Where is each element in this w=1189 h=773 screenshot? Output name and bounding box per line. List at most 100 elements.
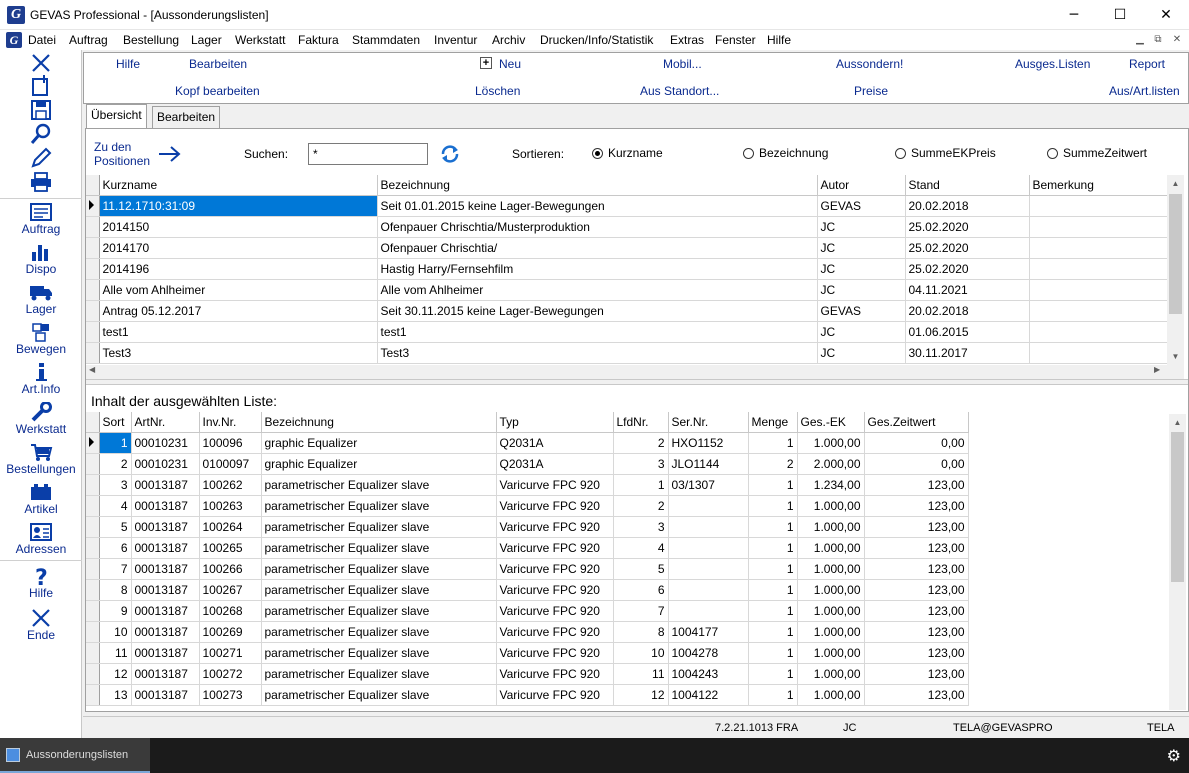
cell-ges-ek[interactable]: 1.000,00 bbox=[797, 516, 865, 538]
pencil-icon[interactable] bbox=[30, 147, 52, 169]
arrow-right-icon[interactable] bbox=[158, 145, 182, 163]
cell-sernr[interactable]: HXO1152 bbox=[668, 432, 749, 454]
cell-ges-ek[interactable]: 1.000,00 bbox=[797, 432, 865, 454]
cell-kurzname[interactable]: Test3 bbox=[99, 342, 378, 364]
column-header[interactable]: Bezeichnung bbox=[377, 175, 818, 196]
sidebar-item-werkstatt[interactable]: Werkstatt bbox=[0, 402, 82, 436]
menu-fenster[interactable]: Fenster bbox=[715, 33, 756, 47]
prices-button[interactable]: Preise bbox=[854, 84, 888, 98]
cell-menge[interactable]: 1 bbox=[748, 474, 798, 496]
menu-archiv[interactable]: Archiv bbox=[492, 33, 525, 47]
cell-artnr[interactable]: 00010231 bbox=[131, 453, 200, 475]
delete-button[interactable]: Löschen bbox=[475, 84, 520, 98]
cell-typ[interactable]: Varicurve FPC 920 bbox=[496, 495, 614, 517]
sidebar-item-bewegen[interactable]: Bewegen bbox=[0, 322, 82, 356]
cell-bemerkung[interactable] bbox=[1029, 258, 1168, 280]
sort-radio-kurzname[interactable] bbox=[592, 148, 603, 159]
cell-ges-ek[interactable]: 1.000,00 bbox=[797, 621, 865, 643]
cell-ges-zeitwert[interactable]: 123,00 bbox=[864, 516, 969, 538]
lists-vertical-scrollbar[interactable]: ▲ ▼ bbox=[1167, 175, 1184, 365]
content-vertical-scrollbar[interactable]: ▲ bbox=[1169, 414, 1186, 710]
cell-invnr[interactable]: 100267 bbox=[199, 579, 262, 601]
cell-ges-zeitwert[interactable]: 123,00 bbox=[864, 642, 969, 664]
mdi-restore-icon[interactable]: ⧉ bbox=[1151, 33, 1165, 47]
cell-lfdnr[interactable]: 2 bbox=[613, 495, 669, 517]
cell-artnr[interactable]: 00013187 bbox=[131, 600, 200, 622]
cell-stand[interactable]: 01.06.2015 bbox=[905, 321, 1030, 343]
cell-stand[interactable]: 20.02.2018 bbox=[905, 300, 1030, 322]
cell-stand[interactable]: 25.02.2020 bbox=[905, 216, 1030, 238]
column-header[interactable]: ArtNr. bbox=[131, 412, 200, 433]
menu-extras[interactable]: Extras bbox=[670, 33, 704, 47]
cell-ges-ek[interactable]: 1.000,00 bbox=[797, 579, 865, 601]
cell-ges-ek[interactable]: 2.000,00 bbox=[797, 453, 865, 475]
cell-menge[interactable]: 1 bbox=[748, 495, 798, 517]
minimize-button[interactable]: ─ bbox=[1051, 0, 1097, 30]
cell-lfdnr[interactable]: 1 bbox=[613, 474, 669, 496]
mdi-system-icon[interactable]: G bbox=[6, 32, 22, 48]
cell-artnr[interactable]: 00013187 bbox=[131, 537, 200, 559]
cell-bezeichnung[interactable]: Test3 bbox=[377, 342, 818, 364]
table-row[interactable]: 12 00013187 100272 parametrischer Equali… bbox=[86, 663, 969, 685]
table-row[interactable]: 1 00010231 100096 graphic Equalizer Q203… bbox=[86, 432, 969, 454]
cell-sernr[interactable]: 03/1307 bbox=[668, 474, 749, 496]
cell-bezeichnung[interactable]: Alle vom Ahlheimer bbox=[377, 279, 818, 301]
cell-lfdnr[interactable]: 11 bbox=[613, 663, 669, 685]
menu-stammdaten[interactable]: Stammdaten bbox=[352, 33, 420, 47]
cell-stand[interactable]: 25.02.2020 bbox=[905, 258, 1030, 280]
cell-artnr[interactable]: 00013187 bbox=[131, 579, 200, 601]
cell-typ[interactable]: Varicurve FPC 920 bbox=[496, 558, 614, 580]
cell-sernr[interactable]: 1004243 bbox=[668, 663, 749, 685]
cell-ges-zeitwert[interactable]: 123,00 bbox=[864, 684, 969, 706]
save-icon[interactable] bbox=[30, 99, 52, 121]
search-input[interactable] bbox=[308, 143, 428, 165]
maximize-button[interactable]: ☐ bbox=[1097, 0, 1143, 30]
cell-lfdnr[interactable]: 4 bbox=[613, 537, 669, 559]
cell-lfdnr[interactable]: 12 bbox=[613, 684, 669, 706]
cell-lfdnr[interactable]: 3 bbox=[613, 516, 669, 538]
search-icon[interactable] bbox=[30, 123, 52, 145]
cell-kurzname[interactable]: 2014196 bbox=[99, 258, 378, 280]
menu-bestellung[interactable]: Bestellung bbox=[123, 33, 179, 47]
table-row[interactable]: 3 00013187 100262 parametrischer Equaliz… bbox=[86, 474, 969, 496]
menu-lager[interactable]: Lager bbox=[191, 33, 222, 47]
help-button[interactable]: Hilfe bbox=[116, 57, 140, 71]
table-row[interactable]: 2 00010231 0100097 graphic Equalizer Q20… bbox=[86, 453, 969, 475]
aus-art-listen-button[interactable]: Aus/Art.listen bbox=[1109, 84, 1180, 98]
cell-ges-ek[interactable]: 1.000,00 bbox=[797, 663, 865, 685]
column-header[interactable]: Stand bbox=[905, 175, 1030, 196]
cell-artnr[interactable]: 00013187 bbox=[131, 474, 200, 496]
cell-bezeichnung[interactable]: Seit 30.11.2015 keine Lager-Bewegungen bbox=[377, 300, 818, 322]
scroll-up-icon[interactable]: ▲ bbox=[1169, 414, 1186, 431]
scroll-right-icon[interactable]: ▶ bbox=[1154, 365, 1160, 374]
cell-ges-zeitwert[interactable]: 0,00 bbox=[864, 432, 969, 454]
scroll-thumb[interactable] bbox=[1169, 194, 1182, 314]
mdi-close-icon[interactable]: ✕ bbox=[1170, 33, 1184, 47]
cell-menge[interactable]: 1 bbox=[748, 558, 798, 580]
cell-ges-zeitwert[interactable]: 123,00 bbox=[864, 495, 969, 517]
cell-bezeichnung[interactable]: parametrischer Equalizer slave bbox=[261, 642, 497, 664]
mobil-button[interactable]: Mobil... bbox=[663, 57, 702, 71]
cell-sort[interactable]: 4 bbox=[99, 495, 132, 517]
table-row[interactable]: 11.12.1710:31:09 Seit 01.01.2015 keine L… bbox=[86, 195, 1168, 217]
cell-menge[interactable]: 2 bbox=[748, 453, 798, 475]
cell-autor[interactable]: GEVAS bbox=[817, 195, 906, 217]
menu-inventur[interactable]: Inventur bbox=[434, 33, 477, 47]
cell-bezeichnung[interactable]: graphic Equalizer bbox=[261, 432, 497, 454]
cell-menge[interactable]: 1 bbox=[748, 621, 798, 643]
column-header[interactable]: Inv.Nr. bbox=[199, 412, 262, 433]
column-header[interactable]: Ser.Nr. bbox=[668, 412, 749, 433]
mdi-minimize-icon[interactable]: ▁ bbox=[1133, 33, 1147, 47]
cell-sort[interactable]: 8 bbox=[99, 579, 132, 601]
cell-sort[interactable]: 11 bbox=[99, 642, 132, 664]
cell-sort[interactable]: 6 bbox=[99, 537, 132, 559]
cell-autor[interactable]: JC bbox=[817, 321, 906, 343]
cell-stand[interactable]: 20.02.2018 bbox=[905, 195, 1030, 217]
cell-autor[interactable]: GEVAS bbox=[817, 300, 906, 322]
table-row[interactable]: Antrag 05.12.2017 Seit 30.11.2015 keine … bbox=[86, 300, 1168, 322]
column-header[interactable]: Typ bbox=[496, 412, 614, 433]
cell-bezeichnung[interactable]: parametrischer Equalizer slave bbox=[261, 621, 497, 643]
cell-sort[interactable]: 13 bbox=[99, 684, 132, 706]
cell-invnr[interactable]: 100096 bbox=[199, 432, 262, 454]
cell-sernr[interactable]: 1004177 bbox=[668, 621, 749, 643]
